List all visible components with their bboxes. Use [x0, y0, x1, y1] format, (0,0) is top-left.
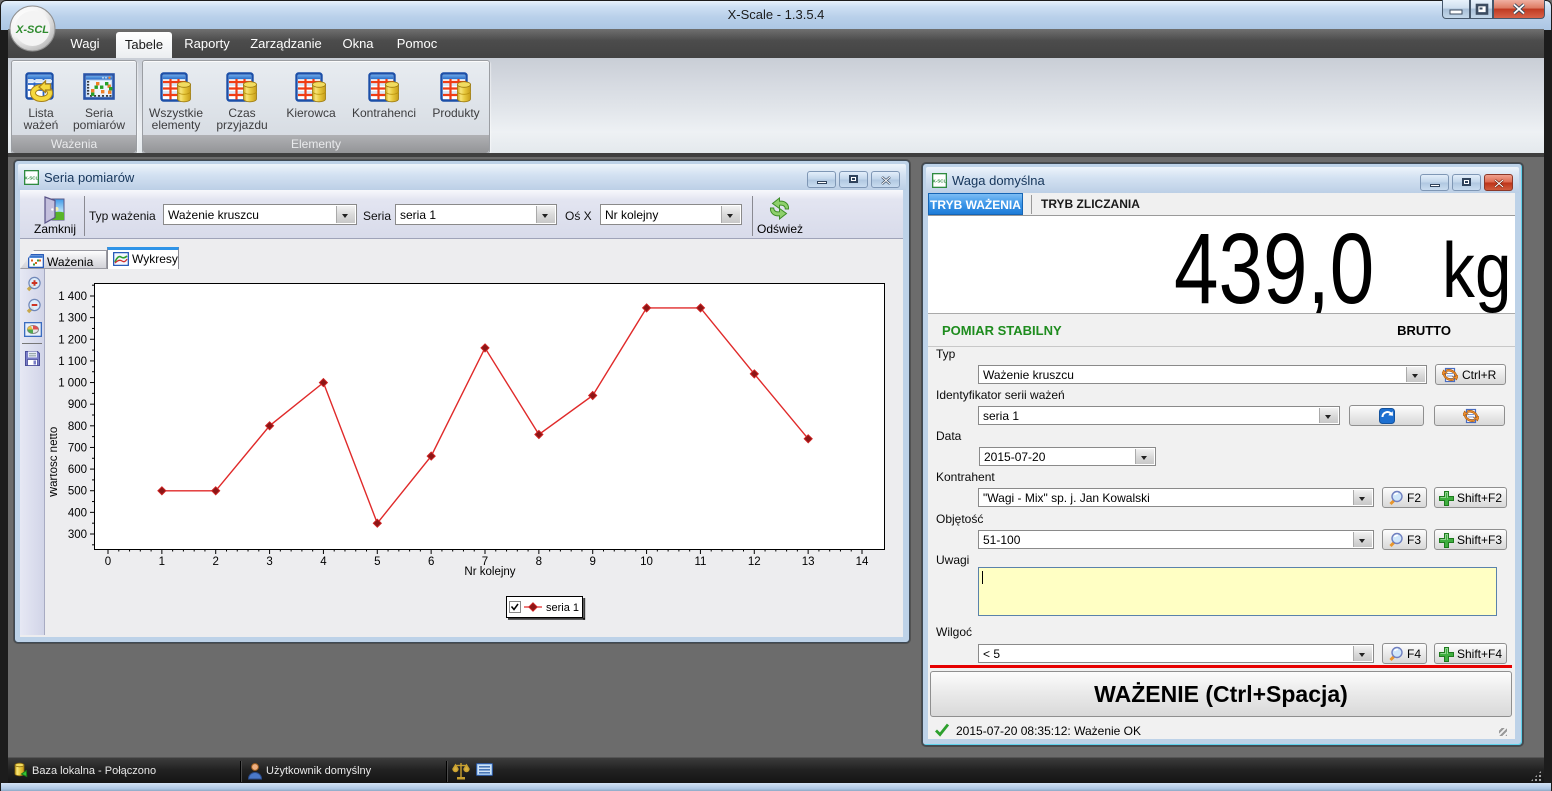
svg-text:600: 600 [68, 464, 87, 476]
svg-text:300: 300 [68, 529, 87, 541]
svg-text:1: 1 [159, 556, 165, 568]
svg-text:X-SCL: X-SCL [933, 179, 947, 184]
svg-text:400: 400 [68, 507, 87, 519]
svg-text:1 400: 1 400 [58, 291, 87, 303]
svg-text:3: 3 [266, 556, 272, 568]
svg-text:5: 5 [374, 556, 380, 568]
svg-text:1 300: 1 300 [58, 313, 87, 325]
svg-text:X-SCL: X-SCL [25, 176, 39, 181]
svg-text:Nr kolejny: Nr kolejny [464, 566, 515, 578]
svg-text:1 200: 1 200 [58, 334, 87, 346]
svg-text:14: 14 [856, 556, 869, 568]
svg-text:X-SCL: X-SCL [15, 24, 49, 36]
svg-text:500: 500 [68, 486, 87, 498]
svg-text:0: 0 [105, 556, 111, 568]
svg-text:Wartość netto: Wartość netto [50, 427, 60, 498]
svg-text:800: 800 [68, 421, 87, 433]
svg-text:6: 6 [428, 556, 434, 568]
svg-text:9: 9 [590, 556, 596, 568]
svg-text:700: 700 [68, 442, 87, 454]
svg-text:1 000: 1 000 [58, 378, 87, 390]
svg-text:13: 13 [802, 556, 815, 568]
svg-text:900: 900 [68, 399, 87, 411]
svg-text:12: 12 [748, 556, 761, 568]
svg-text:8: 8 [536, 556, 542, 568]
svg-text:2: 2 [213, 556, 219, 568]
svg-text:11: 11 [694, 556, 706, 568]
svg-text:10: 10 [640, 556, 653, 568]
svg-text:seria 1: seria 1 [546, 602, 579, 614]
svg-text:1 100: 1 100 [58, 356, 87, 368]
svg-text:4: 4 [320, 556, 327, 568]
